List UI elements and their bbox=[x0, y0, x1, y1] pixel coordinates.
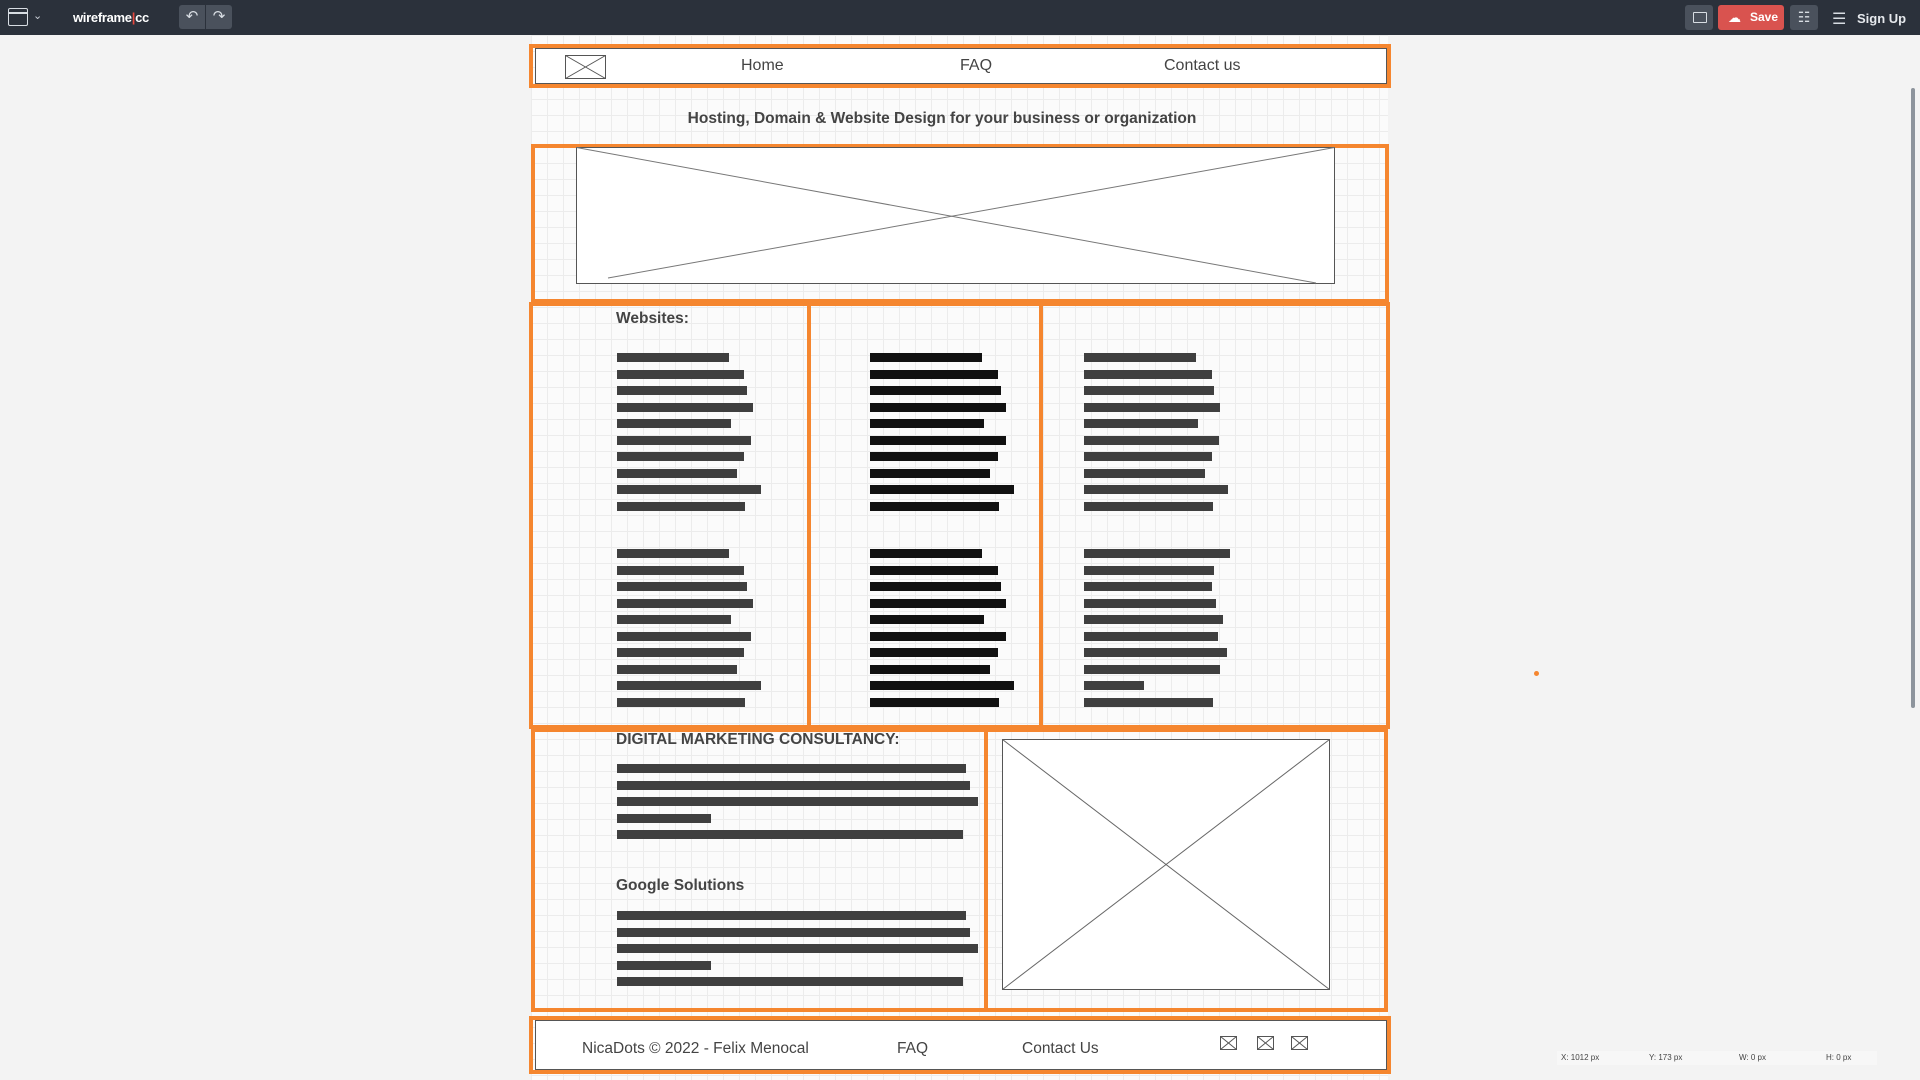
footer-copyright: NicaDots © 2022 - Felix Menocal bbox=[582, 1040, 809, 1057]
right-text-block-1 bbox=[1084, 353, 1228, 518]
social-icon-3-placeholder[interactable] bbox=[1291, 1036, 1308, 1050]
nav-contact[interactable]: Contact us bbox=[1164, 57, 1240, 75]
right-text-block-2 bbox=[1084, 549, 1230, 714]
middle-text-block-2 bbox=[870, 549, 1014, 714]
websites-heading: Websites: bbox=[616, 310, 689, 327]
comment-button[interactable] bbox=[1685, 5, 1713, 30]
app-toolbar: ⌄ wireframe|cc ↶ ↷ ☁ Save ☷ ☰ Sign Up bbox=[0, 0, 1920, 35]
marketing-heading: DIGITAL MARKETING CONSULTANCY: bbox=[616, 731, 900, 748]
selection-point bbox=[1534, 671, 1539, 676]
hero-placeholder-image[interactable] bbox=[576, 147, 1335, 284]
undo-button[interactable]: ↶ bbox=[179, 5, 205, 29]
social-icon-2-placeholder[interactable] bbox=[1257, 1036, 1274, 1050]
sign-up-button[interactable]: Sign Up bbox=[1857, 11, 1906, 26]
tagline-text: Hosting, Domain & Website Design for you… bbox=[687, 110, 1197, 127]
cloud-upload-icon: ☁ bbox=[1728, 10, 1741, 25]
redo-icon: ↷ bbox=[212, 8, 226, 25]
nav-faq[interactable]: FAQ bbox=[960, 57, 992, 75]
app-logo: wireframe|cc bbox=[73, 10, 149, 25]
status-w: W: 0 px bbox=[1739, 1053, 1766, 1062]
save-button[interactable]: ☁ Save bbox=[1718, 5, 1784, 30]
google-heading: Google Solutions bbox=[616, 877, 745, 894]
redo-button[interactable]: ↷ bbox=[206, 5, 232, 29]
coordinates-status-bar: X: 1012 px Y: 173 px W: 0 px H: 0 px bbox=[1557, 1051, 1877, 1065]
footer-contact-link[interactable]: Contact Us bbox=[1022, 1040, 1099, 1058]
status-h: H: 0 px bbox=[1826, 1053, 1852, 1062]
middle-text-block-1 bbox=[870, 353, 1014, 518]
sliders-icon: ☷ bbox=[1797, 9, 1811, 25]
status-x: X: 1012 px bbox=[1561, 1053, 1600, 1062]
window-menu-icon[interactable] bbox=[8, 8, 28, 26]
google-text-block bbox=[617, 911, 978, 994]
chevron-down-icon[interactable]: ⌄ bbox=[33, 9, 42, 22]
status-y: Y: 173 px bbox=[1649, 1053, 1683, 1062]
settings-button[interactable]: ☷ bbox=[1790, 5, 1818, 30]
content-placeholder-image[interactable] bbox=[1002, 739, 1330, 990]
marketing-text-block bbox=[617, 764, 978, 847]
hamburger-menu-icon[interactable]: ☰ bbox=[1832, 9, 1846, 29]
social-icon-1-placeholder[interactable] bbox=[1220, 1036, 1237, 1050]
websites-text-block-1 bbox=[617, 353, 761, 518]
nav-home[interactable]: Home bbox=[741, 57, 784, 75]
undo-icon: ↶ bbox=[185, 8, 199, 25]
websites-text-block-2 bbox=[617, 549, 761, 714]
vertical-scrollbar[interactable] bbox=[1911, 88, 1915, 708]
footer-faq-link[interactable]: FAQ bbox=[897, 1040, 928, 1058]
logo-placeholder-image[interactable] bbox=[565, 55, 606, 79]
